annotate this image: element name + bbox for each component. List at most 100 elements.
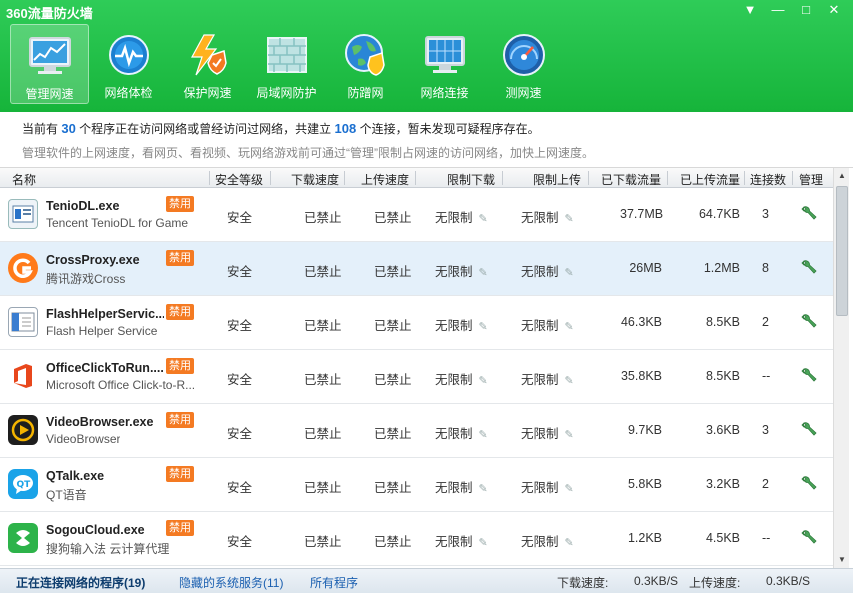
edit-icon[interactable]: ✎ [479, 429, 488, 441]
downloaded-traffic: 1.2KB [627, 531, 662, 545]
edit-icon[interactable]: ✎ [565, 429, 574, 441]
edit-icon[interactable]: ✎ [479, 483, 488, 495]
limit-download[interactable]: 无限制 ✎ [435, 261, 488, 280]
window-title: 360流量防火墙 [6, 6, 93, 21]
upload-speed: 已禁止 [374, 265, 412, 279]
qtalk-app-icon: QT [8, 469, 38, 499]
tool-protect-speed[interactable]: 保护网速 [168, 24, 247, 104]
wrench-icon[interactable] [800, 475, 818, 493]
edit-icon[interactable]: ✎ [479, 267, 488, 279]
wrench-icon[interactable] [800, 313, 818, 331]
tool-label: 管理网速 [25, 87, 74, 101]
limit-download[interactable]: 无限制 ✎ [435, 531, 488, 550]
wrench-icon[interactable] [800, 529, 818, 547]
edit-icon[interactable]: ✎ [479, 213, 488, 225]
table-row[interactable]: OfficeClickToRun.... Microsoft Office Cl… [0, 350, 833, 404]
main-toolbar: 管理网速 网络体检 保护网速 局域网防护 防蹭网 网络连接 测网速 [10, 24, 563, 104]
disable-button[interactable]: 禁用 [166, 196, 194, 212]
tool-label: 防蹭网 [347, 86, 384, 100]
col-download-speed[interactable]: 下载速度 [291, 171, 339, 188]
summary-prefix: 当前有 [22, 122, 59, 136]
limit-upload[interactable]: 无限制 ✎ [521, 423, 574, 442]
col-security[interactable]: 安全等级 [215, 171, 263, 188]
col-uploaded[interactable]: 已上传流量 [680, 171, 740, 188]
summary-tip: 管理软件的上网速度，看网页、看视频、玩网络游戏前可通过“管理”限制占网速的访问网… [22, 146, 594, 160]
limit-download[interactable]: 无限制 ✎ [435, 207, 488, 226]
limit-download[interactable]: 无限制 ✎ [435, 477, 488, 496]
col-name[interactable]: 名称 [12, 171, 36, 188]
limit-upload[interactable]: 无限制 ✎ [521, 531, 574, 550]
edit-icon[interactable]: ✎ [479, 321, 488, 333]
disable-button[interactable]: 禁用 [166, 466, 194, 482]
table-row[interactable]: FlashHelperServic... Flash Helper Servic… [0, 296, 833, 350]
heartbeat-globe-icon [106, 32, 152, 78]
program-name: OfficeClickToRun.... [46, 361, 164, 375]
limit-upload[interactable]: 无限制 ✎ [521, 477, 574, 496]
wrench-icon[interactable] [800, 367, 818, 385]
limit-upload[interactable]: 无限制 ✎ [521, 315, 574, 334]
table-row[interactable]: CrossProxy.exe 腾讯游戏Cross 禁用 安全 已禁止 已禁止 无… [0, 242, 833, 296]
maximize-button[interactable]: □ [795, 2, 817, 18]
tool-network-check[interactable]: 网络体检 [89, 24, 168, 104]
tab-all-programs[interactable]: 所有程序 [310, 574, 358, 591]
wrench-icon[interactable] [800, 205, 818, 223]
tool-label: 保护网速 [183, 86, 232, 100]
edit-icon[interactable]: ✎ [565, 213, 574, 225]
security-level: 安全 [227, 211, 253, 225]
tool-manage-speed[interactable]: 管理网速 [10, 24, 89, 104]
limit-upload[interactable]: 无限制 ✎ [521, 261, 574, 280]
col-limit-download[interactable]: 限制下载 [447, 171, 495, 188]
teniodl-app-icon [8, 199, 38, 229]
col-upload-speed[interactable]: 上传速度 [361, 171, 409, 188]
limit-download[interactable]: 无限制 ✎ [435, 315, 488, 334]
limit-download[interactable]: 无限制 ✎ [435, 423, 488, 442]
edit-icon[interactable]: ✎ [565, 321, 574, 333]
limit-upload[interactable]: 无限制 ✎ [521, 369, 574, 388]
wrench-icon[interactable] [800, 421, 818, 439]
edit-icon[interactable]: ✎ [479, 375, 488, 387]
scroll-up-icon[interactable]: ▲ [834, 168, 850, 184]
limit-upload-value: 无限制 [521, 427, 559, 441]
edit-icon[interactable]: ✎ [565, 267, 574, 279]
program-name: SogouCloud.exe [46, 523, 145, 537]
tab-hidden-services[interactable]: 隐藏的系统服务(11) [179, 574, 283, 591]
tool-lan-protect[interactable]: 局域网防护 [247, 24, 326, 104]
disable-button[interactable]: 禁用 [166, 520, 194, 536]
disable-button[interactable]: 禁用 [166, 412, 194, 428]
edit-icon[interactable]: ✎ [565, 483, 574, 495]
tool-anti-freeload[interactable]: 防蹭网 [326, 24, 405, 104]
menu-dropdown-button[interactable]: ▼ [739, 2, 761, 18]
tool-network-connections[interactable]: 网络连接 [405, 24, 484, 104]
limit-upload[interactable]: 无限制 ✎ [521, 207, 574, 226]
table-row[interactable]: SogouCloud.exe 搜狗输入法 云计算代理 禁用 安全 已禁止 已禁止… [0, 512, 833, 566]
edit-icon[interactable]: ✎ [565, 375, 574, 387]
col-manage[interactable]: 管理 [799, 171, 823, 188]
disable-button[interactable]: 禁用 [166, 358, 194, 374]
scroll-thumb[interactable] [836, 186, 848, 316]
table-row[interactable]: TenioDL.exe Tencent TenioDL for Game 禁用 … [0, 188, 833, 242]
download-speed: 已禁止 [304, 319, 342, 333]
upload-speed: 已禁止 [374, 535, 412, 549]
security-level: 安全 [227, 265, 253, 279]
disable-button[interactable]: 禁用 [166, 304, 194, 320]
vertical-scrollbar[interactable]: ▲ ▼ [833, 168, 849, 568]
edit-icon[interactable]: ✎ [479, 537, 488, 549]
col-limit-upload[interactable]: 限制上传 [533, 171, 581, 188]
tab-connected-programs[interactable]: 正在连接网络的程序(19) [16, 574, 145, 591]
edit-icon[interactable]: ✎ [565, 537, 574, 549]
tool-speed-test[interactable]: 测网速 [484, 24, 563, 104]
close-button[interactable]: ✕ [823, 2, 845, 18]
limit-download[interactable]: 无限制 ✎ [435, 369, 488, 388]
crossproxy-app-icon [8, 253, 38, 283]
scroll-down-icon[interactable]: ▼ [834, 552, 850, 568]
connection-count: 3 [762, 423, 769, 437]
wrench-icon[interactable] [800, 259, 818, 277]
col-downloaded[interactable]: 已下载流量 [601, 171, 661, 188]
disable-button[interactable]: 禁用 [166, 250, 194, 266]
uploaded-traffic: 1.2MB [703, 261, 740, 275]
table-row[interactable]: VideoBrowser.exe VideoBrowser 禁用 安全 已禁止 … [0, 404, 833, 458]
table-row[interactable]: QT QTalk.exe QT语音 禁用 安全 已禁止 已禁止 无限制 ✎ 无限制… [0, 458, 833, 512]
col-connections[interactable]: 连接数 [750, 171, 786, 188]
connection-count: 2 [762, 315, 769, 329]
minimize-button[interactable]: — [767, 2, 789, 18]
